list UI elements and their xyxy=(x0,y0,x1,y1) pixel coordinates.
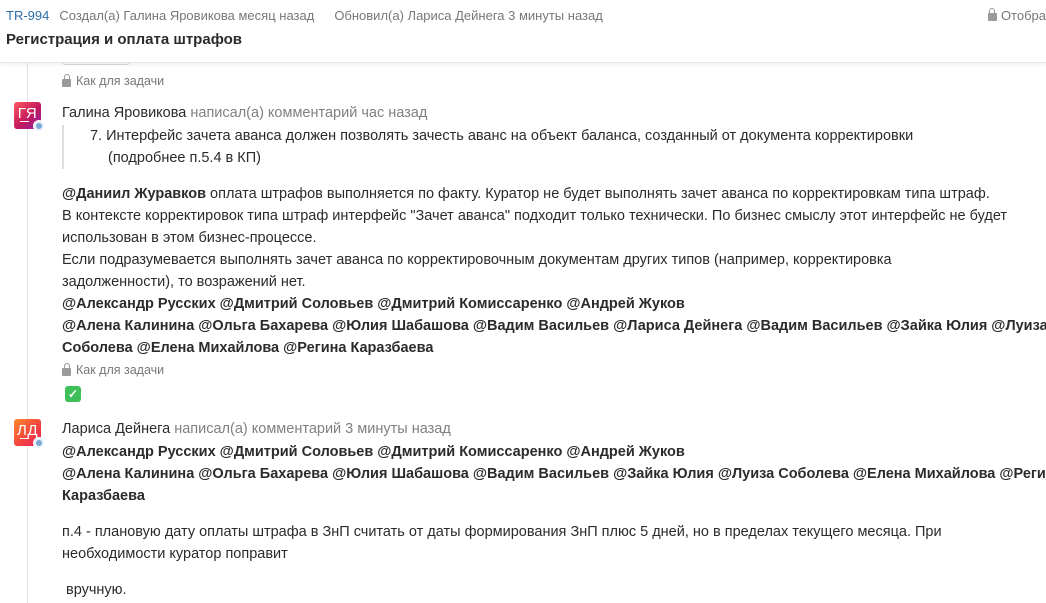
comment-text: В контексте корректировок типа штраф инт… xyxy=(62,208,1008,224)
comment-quote: 7. Интерфейс зачета аванса должен позвол… xyxy=(62,125,1020,169)
comment-body: @Александр Русских @Дмитрий Соловьев @Дм… xyxy=(62,441,1046,507)
comment-author[interactable]: Лариса Дейнега xyxy=(62,421,170,437)
task-header: TR-994 Создал(а) Галина Яровикова месяц … xyxy=(0,0,1046,63)
globe-icon xyxy=(33,120,45,132)
mentions-line[interactable]: @Александр Русских @Дмитрий Соловьев @Дм… xyxy=(62,293,1042,315)
prev-comment-visibility: Как для задачи xyxy=(62,72,164,90)
comment-body: п.4 - плановую дату оплаты штрафа в ЗнП … xyxy=(62,521,1042,565)
avatar[interactable]: ЛД xyxy=(14,419,45,449)
comment-body: @Даниил Журавков оплата штрафов выполняе… xyxy=(62,183,1046,359)
lock-icon xyxy=(62,362,71,376)
lock-icon xyxy=(62,73,71,87)
created-info: Создал(а) Галина Яровикова месяц назад xyxy=(59,7,315,23)
comment-action: написал(а) комментарий час назад xyxy=(190,105,428,121)
visibility-label: Как для задачи xyxy=(76,74,165,88)
lock-icon xyxy=(987,7,997,21)
visibility-label: Отобра xyxy=(1000,7,1046,23)
quote-text: (подробнее п.5.4 в КП) xyxy=(108,150,261,166)
comment-author[interactable]: Галина Яровикова xyxy=(62,105,186,121)
avatar[interactable]: ГЯ xyxy=(14,102,45,132)
quote-text: Интерфейс зачета аванса должен позволять… xyxy=(106,128,914,144)
comment-text: п.4 - плановую дату оплаты штрафа в ЗнП … xyxy=(62,524,942,540)
task-meta: TR-994 Создал(а) Галина Яровикова месяц … xyxy=(6,6,623,24)
comment-text: использован в этом бизнес-процессе. xyxy=(62,230,317,246)
visibility-label: Как для задачи xyxy=(76,363,165,377)
visibility-control[interactable]: Отобра xyxy=(987,6,1046,24)
mentions-line[interactable]: @Алена Калинина @Ольга Бахарева @Юлия Ша… xyxy=(62,315,1046,337)
comment-text: оплата штрафов выполняется по факту. Кур… xyxy=(210,186,990,202)
comment-text: задолженности), то возражений нет. xyxy=(62,274,306,290)
comment-text: Если подразумевается выполнять зачет ава… xyxy=(62,252,892,268)
mention[interactable]: @Даниил Журавков xyxy=(62,186,206,202)
globe-icon xyxy=(33,437,45,449)
mentions-line[interactable]: @Александр Русских @Дмитрий Соловьев @Дм… xyxy=(62,441,1042,463)
page-title: Регистрация и оплата штрафов xyxy=(6,31,243,48)
mentions-line[interactable]: Каразбаева xyxy=(62,485,1042,507)
check-reaction-icon[interactable]: ✓ xyxy=(65,386,81,402)
comment-visibility: Как для задачи xyxy=(62,361,164,379)
thread-line xyxy=(27,62,28,603)
mentions-line[interactable]: Соболева @Елена Михайлова @Регина Каразб… xyxy=(62,337,1042,359)
comment-text: вручную. xyxy=(66,582,127,598)
comment-action: написал(а) комментарий 3 минуты назад xyxy=(174,421,451,437)
mentions-line[interactable]: @Алена Калинина @Ольга Бахарева @Юлия Ша… xyxy=(62,463,1046,485)
comment-header: Галина Яровикова написал(а) комментарий … xyxy=(62,105,427,121)
avatar-initials: ГЯ xyxy=(17,105,38,122)
task-id-link[interactable]: TR-994 xyxy=(6,8,49,23)
comment-header: Лариса Дейнега написал(а) комментарий 3 … xyxy=(62,421,451,437)
quote-number: 7. xyxy=(90,128,103,144)
comment-text: необходимости куратор поправит xyxy=(62,546,288,562)
updated-info: Обновил(а) Лариса Дейнега 3 минуты назад xyxy=(334,7,603,23)
avatar-initials: ЛД xyxy=(16,422,38,439)
